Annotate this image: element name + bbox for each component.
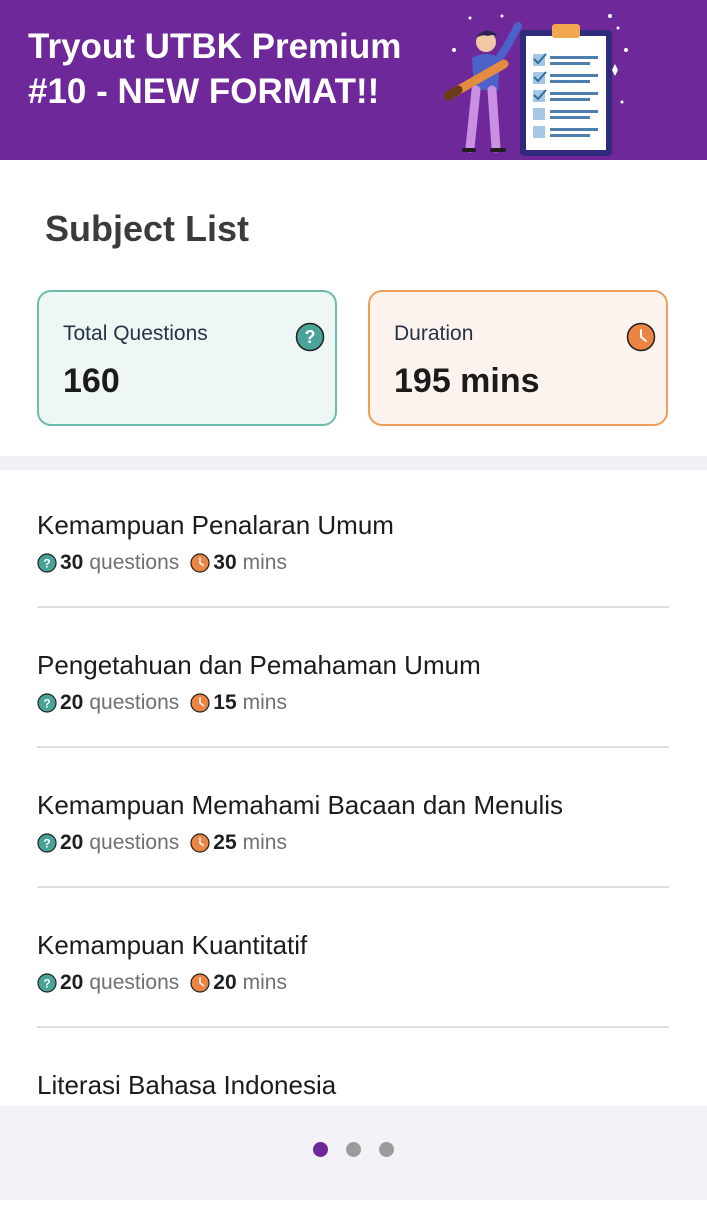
subject-name: Kemampuan Kuantitatif [37, 930, 308, 960]
duration-minutes: 30 [213, 551, 237, 574]
checklist-illustration [443, 14, 628, 156]
duration-card: Duration 195 mins [368, 290, 668, 426]
question-count: 20 [60, 831, 84, 854]
section-separator [0, 456, 707, 470]
clock-icon [190, 693, 210, 713]
subject-item-pengetahuan-dan-pemahaman-umum[interactable]: Pengetahuan dan Pemahaman Umum ? 20 ques… [37, 650, 669, 790]
subject-item-kemampuan-penalaran-umum[interactable]: Kemampuan Penalaran Umum ? 30 questions … [37, 510, 669, 650]
svg-text:?: ? [43, 557, 50, 571]
svg-text:?: ? [43, 977, 50, 991]
svg-text:?: ? [43, 837, 50, 851]
question-icon: ? [295, 322, 325, 352]
duration-unit: mins [242, 971, 287, 994]
question-unit: questions [89, 831, 180, 854]
list-divider [37, 886, 669, 888]
subject-name: Kemampuan Penalaran Umum [37, 510, 394, 540]
question-icon: ? [37, 553, 57, 573]
bottom-pagination-bar [0, 1106, 707, 1200]
page-dot-1[interactable] [313, 1142, 328, 1157]
subject-name: Kemampuan Memahami Bacaan dan Menulis [37, 790, 564, 820]
total-questions-label: Total Questions [63, 322, 208, 345]
page-dot-2[interactable] [346, 1142, 361, 1157]
subject-item-kemampuan-memahami-bacaan-dan-menulis[interactable]: Kemampuan Memahami Bacaan dan Menulis ? … [37, 790, 669, 930]
duration-unit: mins [242, 691, 287, 714]
list-divider [37, 746, 669, 748]
subject-name: Literasi Bahasa Indonesia [37, 1070, 337, 1100]
page-indicator [0, 1142, 707, 1158]
subject-meta: ? 20 questions 25 mins [37, 830, 287, 856]
clock-icon [626, 322, 656, 352]
duration-value: 195 mins [394, 362, 540, 400]
tryout-title: Tryout UTBK Premium #10 - NEW FORMAT!! [28, 27, 402, 111]
question-icon: ? [37, 973, 57, 993]
clock-icon [190, 973, 210, 993]
question-count: 30 [60, 551, 84, 574]
list-divider [37, 1026, 669, 1028]
subject-meta: ? 20 questions 15 mins [37, 690, 287, 716]
clock-icon [190, 833, 210, 853]
duration-unit: mins [242, 831, 287, 854]
page-dot-3[interactable] [379, 1142, 394, 1157]
total-questions-value: 160 [63, 362, 120, 400]
total-questions-card: Total Questions 160 ? [37, 290, 337, 426]
duration-minutes: 15 [213, 691, 237, 714]
subject-item-kemampuan-kuantitatif[interactable]: Kemampuan Kuantitatif ? 20 questions 20 … [37, 930, 669, 1070]
svg-text:?: ? [43, 697, 50, 711]
question-count: 20 [60, 971, 84, 994]
question-unit: questions [89, 691, 180, 714]
svg-text:?: ? [305, 327, 316, 347]
duration-unit: mins [242, 551, 287, 574]
question-icon: ? [37, 693, 57, 713]
subject-meta: ? 20 questions 20 mins [37, 970, 287, 996]
clock-icon [190, 553, 210, 573]
duration-minutes: 25 [213, 831, 237, 854]
question-icon: ? [37, 833, 57, 853]
question-count: 20 [60, 691, 84, 714]
duration-minutes: 20 [213, 971, 237, 994]
subject-meta: ? 30 questions 30 mins [37, 550, 287, 576]
list-divider [37, 606, 669, 608]
header-banner: Tryout UTBK Premium #10 - NEW FORMAT!! [0, 0, 707, 160]
subject-name: Pengetahuan dan Pemahaman Umum [37, 650, 481, 680]
subject-list-title: Subject List [45, 208, 250, 249]
question-unit: questions [89, 551, 180, 574]
duration-label: Duration [394, 322, 474, 345]
question-unit: questions [89, 971, 180, 994]
